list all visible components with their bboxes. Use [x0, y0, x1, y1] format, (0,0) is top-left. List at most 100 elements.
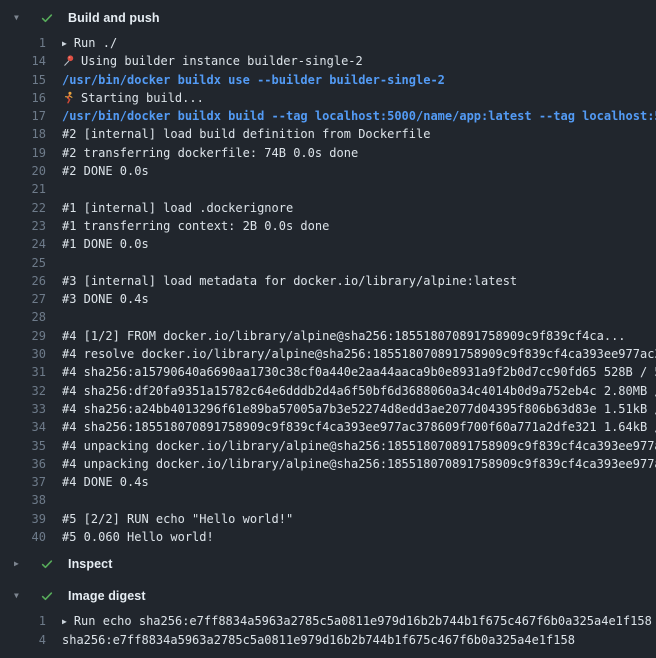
line-content	[62, 180, 656, 198]
line-number: 17	[0, 107, 46, 125]
line-number: 35	[0, 437, 46, 455]
check-icon	[39, 557, 54, 572]
line-content: /usr/bin/docker buildx use --builder bui…	[62, 71, 656, 89]
log-line[interactable]: 36#4 unpacking docker.io/library/alpine@…	[0, 455, 656, 473]
line-number: 30	[0, 345, 46, 363]
line-number: 37	[0, 473, 46, 491]
line-text: #4 sha256:185518070891758909c9f839cf4ca3…	[62, 420, 656, 434]
line-content	[62, 491, 656, 509]
log-line[interactable]: 1 ▶ Run ./	[0, 34, 656, 52]
line-content	[62, 254, 656, 272]
log-line[interactable]: 15/usr/bin/docker buildx use --builder b…	[0, 71, 656, 89]
log-line[interactable]: 21	[0, 180, 656, 198]
play-icon[interactable]: ▶	[62, 39, 67, 48]
line-number: 21	[0, 180, 46, 198]
chevron-down-icon[interactable]: ▼	[14, 8, 28, 28]
log-line[interactable]: 29#4 [1/2] FROM docker.io/library/alpine…	[0, 327, 656, 345]
log-line[interactable]: 27 #3 DONE 0.4s	[0, 290, 656, 308]
section-label: Image digest	[68, 589, 146, 603]
line-content[interactable]: ▶ Run echo sha256:e7ff8834a5963a2785c5a08…	[62, 612, 656, 630]
log-lines-build-and-push: 1 ▶ Run ./ 14Using builder instance builder…	[0, 34, 656, 546]
section-header-inspect[interactable]: ▶ Inspect	[0, 554, 656, 574]
section-label: Build and push	[68, 11, 160, 25]
log-line[interactable]: 33 #4 sha256:a24bb4013296f61e89ba57005a7b…	[0, 400, 656, 418]
log-line[interactable]: 28	[0, 308, 656, 326]
log-line[interactable]: 20#2 DONE 0.0s	[0, 162, 656, 180]
line-number: 28	[0, 308, 46, 326]
line-number: 4	[0, 631, 46, 649]
play-icon[interactable]: ▶	[62, 617, 67, 626]
line-content: #3 DONE 0.4s	[62, 290, 656, 308]
log-line[interactable]: 4 sha256:e7ff8834a5963a2785c5a0811e979d16…	[0, 631, 656, 649]
line-number: 26	[0, 272, 46, 290]
line-number: 33	[0, 400, 46, 418]
line-number: 31	[0, 363, 46, 381]
line-text: #4 sha256:df20fa9351a15782c64e6dddb2d4a6…	[62, 384, 656, 398]
line-content: #4 sha256:a24bb4013296f61e89ba57005a7b3e…	[62, 400, 656, 418]
log-line[interactable]: 40 #5 0.060 Hello world!	[0, 528, 656, 546]
line-content	[62, 308, 656, 326]
line-text: #1 DONE 0.0s	[62, 237, 149, 251]
line-content: #4 sha256:185518070891758909c9f839cf4ca3…	[62, 418, 656, 436]
line-text: #1 [internal] load .dockerignore	[62, 201, 293, 215]
log-line[interactable]: 17/usr/bin/docker buildx build --tag loc…	[0, 107, 656, 125]
line-number: 27	[0, 290, 46, 308]
log-line[interactable]: 24 #1 DONE 0.0s	[0, 235, 656, 253]
line-number: 16	[0, 89, 46, 107]
log-line[interactable]: 22#1 [internal] load .dockerignore	[0, 199, 656, 217]
line-number: 15	[0, 71, 46, 89]
line-text: #4 resolve docker.io/library/alpine@sha2…	[62, 347, 656, 361]
log-line[interactable]: 16 Starting build...	[0, 89, 656, 107]
line-number: 24	[0, 235, 46, 253]
line-number: 19	[0, 144, 46, 162]
line-text: Run echo sha256:e7ff8834a5963a2785c5a081…	[74, 614, 652, 628]
line-text: #1 transferring context: 2B 0.0s done	[62, 219, 329, 233]
line-text: sha256:e7ff8834a5963a2785c5a0811e979d16b…	[62, 633, 575, 647]
line-text: #4 unpacking docker.io/library/alpine@sh…	[62, 457, 656, 471]
log-line[interactable]: 39#5 [2/2] RUN echo "Hello world!"	[0, 510, 656, 528]
line-content: #4 resolve docker.io/library/alpine@sha2…	[62, 345, 656, 363]
line-text: #4 sha256:a24bb4013296f61e89ba57005a7b3e…	[62, 402, 656, 416]
log-line[interactable]: 37 #4 DONE 0.4s	[0, 473, 656, 491]
line-content: #5 0.060 Hello world!	[62, 528, 656, 546]
line-text: #4 DONE 0.4s	[62, 475, 149, 489]
line-content: #1 transferring context: 2B 0.0s done	[62, 217, 656, 235]
line-number: 34	[0, 418, 46, 436]
log-line[interactable]: 31 #4 sha256:a15790640a6690aa1730c38cf0a4…	[0, 363, 656, 381]
log-line[interactable]: 18 #2 [internal] load build definition fr…	[0, 125, 656, 143]
log-line[interactable]: 30 #4 resolve docker.io/library/alpine@sh…	[0, 345, 656, 363]
line-text: #3 [internal] load metadata for docker.i…	[62, 274, 517, 288]
log-line[interactable]: 26 #3 [internal] load metadata for docker…	[0, 272, 656, 290]
log-lines-image-digest: 1▶Run echo sha256:e7ff8834a5963a2785c5a0…	[0, 612, 656, 649]
line-text: Run ./	[74, 36, 117, 50]
log-line[interactable]: 1▶Run echo sha256:e7ff8834a5963a2785c5a0…	[0, 612, 656, 630]
runner-icon	[62, 91, 75, 104]
check-icon	[39, 11, 54, 26]
line-content: Starting build...	[62, 89, 656, 107]
line-number: 32	[0, 382, 46, 400]
section-header-image-digest[interactable]: ▼ Image digest	[0, 586, 656, 606]
line-number: 20	[0, 162, 46, 180]
line-content: #1 [internal] load .dockerignore	[62, 199, 656, 217]
log-line[interactable]: 23#1 transferring context: 2B 0.0s done	[0, 217, 656, 235]
line-number: 18	[0, 125, 46, 143]
line-text: #4 sha256:a15790640a6690aa1730c38cf0a440…	[62, 365, 656, 379]
line-content[interactable]: ▶ Run ./	[62, 34, 656, 52]
log-line[interactable]: 19#2 transferring dockerfile: 74B 0.0s d…	[0, 144, 656, 162]
section-label: Inspect	[68, 557, 112, 571]
log-line[interactable]: 14Using builder instance builder-single-…	[0, 52, 656, 70]
section-header-build-and-push[interactable]: ▼ Build and push	[0, 8, 656, 28]
chevron-down-icon[interactable]: ▼	[14, 586, 28, 606]
log-line[interactable]: 25	[0, 254, 656, 272]
log-line[interactable]: 35#4 unpacking docker.io/library/alpine@…	[0, 437, 656, 455]
chevron-right-icon[interactable]: ▶	[14, 554, 28, 574]
line-text: #2 [internal] load build definition from…	[62, 127, 430, 141]
line-number: 25	[0, 254, 46, 272]
log-line[interactable]: 34 #4 sha256:185518070891758909c9f839cf4c…	[0, 418, 656, 436]
log-line[interactable]: 32 #4 sha256:df20fa9351a15782c64e6dddb2d4…	[0, 382, 656, 400]
line-number: 29	[0, 327, 46, 345]
line-number: 40	[0, 528, 46, 546]
line-number: 39	[0, 510, 46, 528]
log-line[interactable]: 38	[0, 491, 656, 509]
line-number: 1	[0, 34, 46, 52]
